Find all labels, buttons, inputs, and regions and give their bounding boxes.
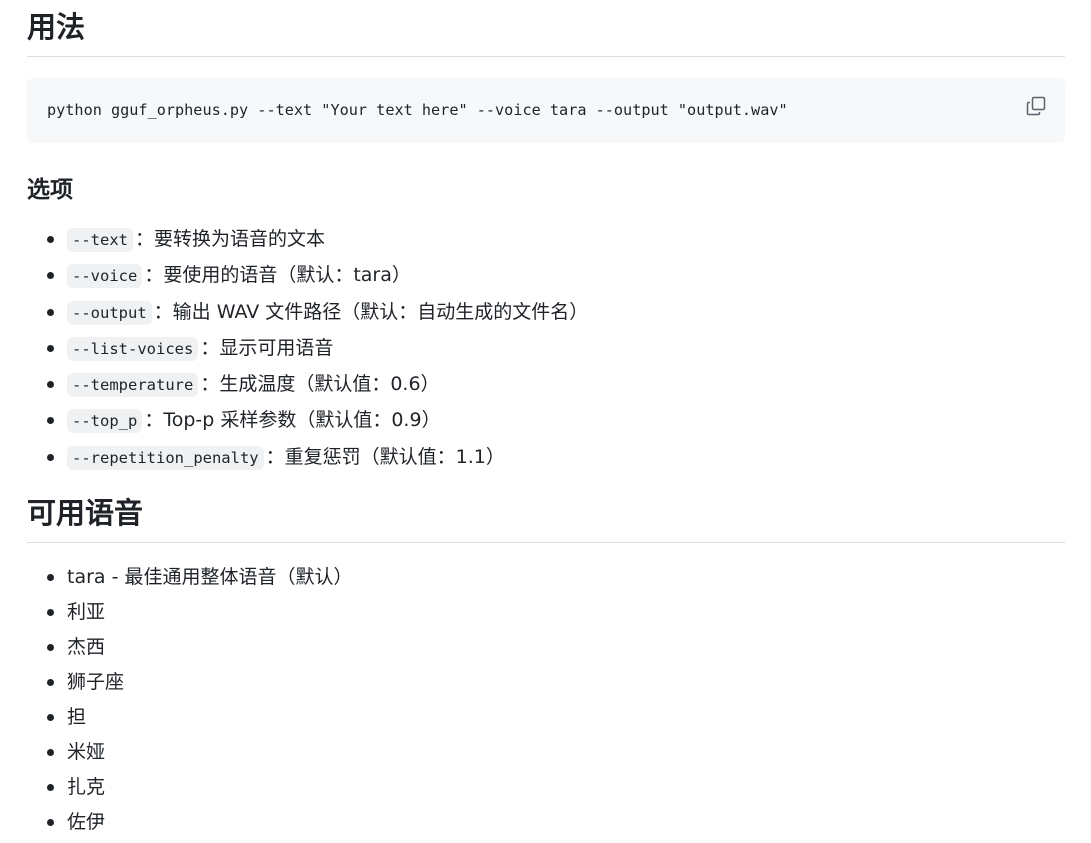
list-item: 担 [47,703,1065,731]
option-desc: ：显示可用语音 [200,336,334,359]
option-desc: ：要使用的语音（默认：tara） [144,264,411,287]
option-desc: ：要转换为语音的文本 [135,228,326,250]
options-heading: 选项 [27,177,73,203]
list-item: --top_p ：Top-p 采样参数（默认值：0.9） [47,406,1065,435]
copy-button[interactable] [1024,94,1048,118]
list-item: --voice ：要使用的语音（默认：tara） [47,261,1065,290]
option-desc: ：输出 WAV 文件路径（默认：自动生成的文件名） [153,300,589,323]
option-flag: --repetition_penalty [67,445,264,470]
usage-code-block: python gguf_orpheus.py --text "Your text… [27,78,1065,143]
option-flag: --voice [67,264,143,289]
list-item: --text ：要转换为语音的文本 [47,225,1065,254]
list-item: 扎克 [47,773,1065,801]
option-flag: --list-voices [67,336,199,361]
option-desc: ：Top-p 采样参数（默认值：0.9） [144,409,441,432]
list-item: --output ：输出 WAV 文件路径（默认：自动生成的文件名） [47,298,1065,327]
list-item: 利亚 [47,598,1065,626]
list-item: --repetition_penalty ：重复惩罚（默认值：1.1） [47,443,1065,472]
option-flag: --temperature [67,373,199,398]
list-item: 米娅 [47,738,1065,766]
list-item: 狮子座 [47,668,1065,696]
list-item: tara - 最佳通用整体语音（默认） [47,563,1065,591]
options-list: --text ：要转换为语音的文本 --voice ：要使用的语音（默认：tara）… [27,225,1065,472]
option-desc: ：生成温度（默认值：0.6） [200,373,440,396]
list-item: --temperature ：生成温度（默认值：0.6） [47,370,1065,399]
usage-heading: 用法 [27,6,1065,57]
list-item: 杰西 [47,633,1065,661]
list-item: 佐伊 [47,808,1065,836]
option-flag: --top_p [67,409,143,434]
voices-list: tara - 最佳通用整体语音（默认） 利亚 杰西 狮子座 担 米娅 扎克 佐伊 [27,563,1065,836]
option-flag: --output [67,300,152,325]
usage-command: python gguf_orpheus.py --text "Your text… [47,101,788,119]
list-item: --list-voices ：显示可用语音 [47,334,1065,363]
option-desc: ：重复惩罚（默认值：1.1） [265,445,505,468]
copy-icon [1026,96,1046,116]
readme-content: 用法 python gguf_orpheus.py --text "Your t… [27,0,1065,843]
voices-heading: 可用语音 [27,492,1065,543]
option-flag: --text [67,228,133,252]
